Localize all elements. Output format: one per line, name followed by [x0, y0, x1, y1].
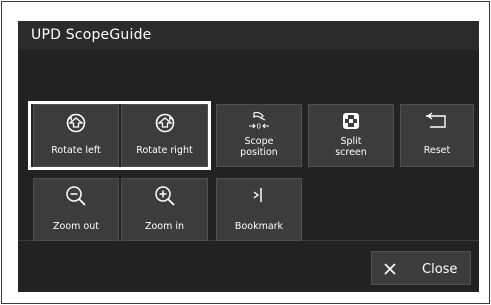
bookmark-icon [253, 188, 262, 202]
dialog-body: Rotate left Rotate right 0 Scope positio… [18, 50, 479, 292]
rotate-right-icon [155, 113, 174, 133]
svg-text:0: 0 [257, 123, 261, 131]
close-label: Close [422, 262, 458, 277]
close-icon [384, 263, 396, 275]
rotate-right-button[interactable]: Rotate right [121, 104, 208, 167]
reset-label: Reset [423, 145, 451, 156]
zoom-in-label: Zoom in [144, 221, 185, 232]
reset-icon [426, 112, 446, 128]
zoom-in-icon [154, 186, 175, 206]
reset-button[interactable]: Reset [400, 104, 474, 167]
zoom-out-button[interactable]: Zoom out [33, 178, 119, 241]
rotate-left-button[interactable]: Rotate left [33, 104, 119, 167]
bookmark-label: Bookmark [234, 221, 284, 232]
scope-position-button[interactable]: 0 Scope position [216, 104, 302, 167]
rotate-left-icon [66, 113, 86, 133]
split-screen-label: Split screen [335, 136, 367, 158]
split-screen-button[interactable]: Split screen [308, 104, 394, 167]
close-button[interactable]: Close [371, 251, 471, 285]
rotate-right-label: Rotate right [136, 145, 193, 156]
dialog-title-bar: UPD ScopeGuide [18, 21, 479, 50]
zoom-out-label: Zoom out [53, 221, 99, 232]
screenshot-frame: UPD ScopeGuide Rotate left Rotate right … [1, 1, 490, 304]
dialog-title: UPD ScopeGuide [31, 27, 152, 43]
split-screen-icon [343, 113, 359, 129]
scopeguide-dialog: UPD ScopeGuide Rotate left Rotate right … [18, 21, 479, 292]
scope-position-label: Scope position [240, 136, 278, 158]
rotate-left-label: Rotate left [51, 145, 101, 156]
scope-position-icon: 0 [249, 111, 269, 131]
bookmark-button[interactable]: Bookmark [216, 178, 302, 241]
zoom-in-button[interactable]: Zoom in [121, 178, 208, 241]
zoom-out-icon [66, 186, 86, 206]
